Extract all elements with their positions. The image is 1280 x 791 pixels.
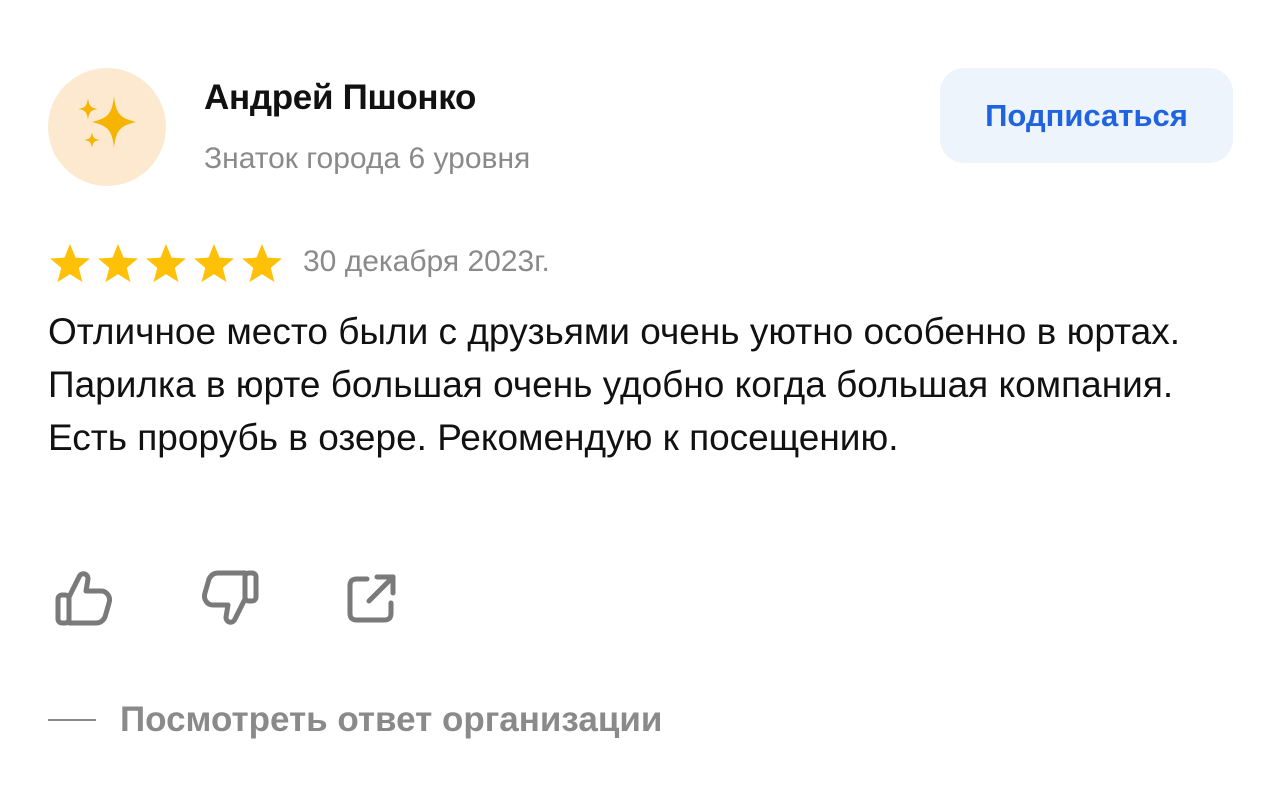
sparkles-icon — [78, 96, 136, 148]
divider — [48, 719, 96, 721]
star-icon — [50, 244, 90, 282]
subscribe-button[interactable]: Подписаться — [940, 68, 1233, 163]
share-icon — [347, 574, 396, 623]
star-icon — [242, 244, 282, 282]
share-button[interactable] — [340, 566, 404, 630]
like-button[interactable] — [52, 566, 116, 630]
view-org-response-label: Посмотреть ответ организации — [120, 700, 663, 739]
star-icon — [146, 244, 186, 282]
review-text: Отличное место были с друзьями очень уют… — [48, 311, 1181, 458]
author-name[interactable]: Андрей Пшонко — [204, 78, 476, 118]
avatar[interactable] — [48, 68, 166, 186]
star-icon — [98, 244, 138, 282]
dislike-button[interactable] — [198, 566, 262, 630]
thumbs-down-icon — [202, 570, 259, 625]
rating-stars — [48, 242, 284, 286]
review-date: 30 декабря 2023г. — [303, 245, 550, 278]
view-org-response-link[interactable]: Посмотреть ответ организации — [48, 700, 662, 740]
thumbs-up-icon — [55, 571, 112, 626]
star-icon — [194, 244, 234, 282]
author-level: Знаток города 6 уровня — [204, 142, 531, 175]
